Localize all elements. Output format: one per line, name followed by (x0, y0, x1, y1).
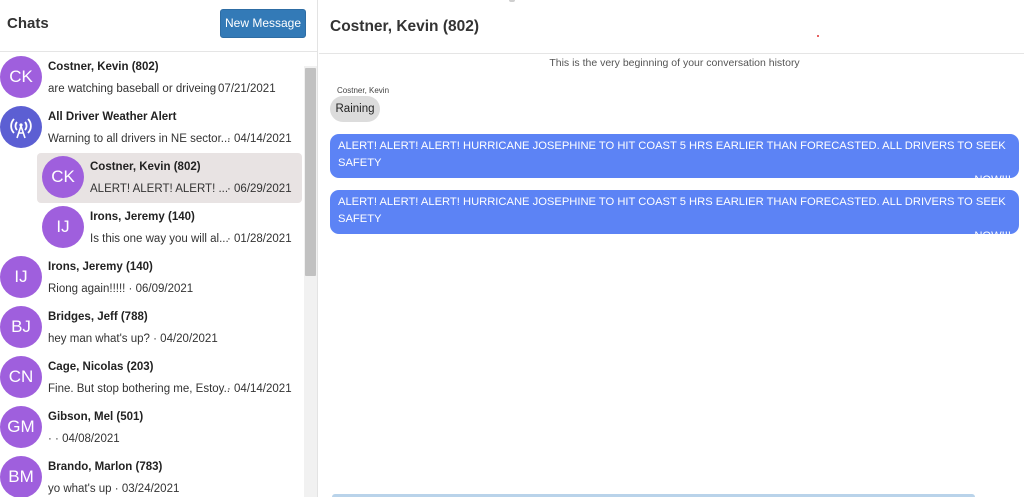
message-line: ALERT! ALERT! ALERT! HURRICANE JOSEPHINE… (338, 196, 1006, 225)
chat-name: Costner, Kevin (802) (90, 161, 201, 173)
status-dot (817, 35, 819, 37)
avatar: CK (42, 156, 84, 198)
history-note: This is the very beginning of your conve… (549, 57, 800, 69)
chat-preview: Is this one way you will al... (90, 233, 229, 245)
chat-list-scrollbar-thumb[interactable] (305, 68, 316, 276)
broadcast-tower-icon (10, 118, 32, 139)
received-message: Raining (330, 96, 380, 122)
sidebar-header: Chats New Message (0, 0, 317, 52)
chat-preview: yo what's up · 03/24/2021 (48, 483, 180, 495)
chat-item-brando-marlon[interactable]: BM Brando, Marlon (783) yo what's up · 0… (0, 453, 302, 497)
chat-date: · 07/21/2021 (211, 83, 276, 95)
avatar (0, 106, 42, 148)
chat-preview: · · 04/08/2021 (48, 433, 120, 445)
chat-item-costner-kevin-selected[interactable]: CK Costner, Kevin (802) ALERT! ALERT! AL… (37, 153, 302, 203)
chat-preview: Fine. But stop bothering me, Estoy... (48, 383, 230, 395)
new-message-button[interactable]: New Message (220, 9, 306, 38)
chat-preview: are watching baseball or driveing (48, 83, 217, 95)
chat-sidebar: Chats New Message CK Costner, Kevin (802… (0, 0, 318, 497)
conversation-header: Costner, Kevin (802) (319, 0, 1024, 54)
chat-name: Costner, Kevin (802) (48, 61, 159, 73)
avatar: GM (0, 406, 42, 448)
chat-name: Irons, Jeremy (140) (48, 261, 153, 273)
chat-item-irons-jeremy-2[interactable]: IJ Irons, Jeremy (140) Riong again!!!!! … (0, 253, 302, 303)
chat-name: Irons, Jeremy (140) (90, 211, 195, 223)
chat-preview: Warning to all drivers in NE sector... (48, 133, 230, 145)
chat-name: Gibson, Mel (501) (48, 411, 144, 423)
sent-message: ALERT! ALERT! ALERT! HURRICANE JOSEPHINE… (330, 134, 1019, 186)
chat-item-gibson-mel[interactable]: GM Gibson, Mel (501) · · 04/08/2021 (0, 403, 302, 453)
avatar: IJ (42, 206, 84, 248)
chat-date: · 06/29/2021 (227, 183, 292, 195)
chat-preview: ALERT! ALERT! ALERT! ... (90, 183, 229, 195)
message-line: NOW!!! (974, 174, 1011, 186)
chat-item-costner-kevin[interactable]: CK Costner, Kevin (802) are watching bas… (0, 53, 302, 103)
avatar: BJ (0, 306, 42, 348)
avatar: BM (0, 456, 42, 497)
chat-date: · 01/28/2021 (227, 233, 292, 245)
chat-list: CK Costner, Kevin (802) are watching bas… (0, 53, 317, 497)
chat-date: · 04/14/2021 (227, 383, 292, 395)
chat-name: Brando, Marlon (783) (48, 461, 163, 473)
chat-item-bridges-jeff[interactable]: BJ Bridges, Jeff (788) hey man what's up… (0, 303, 302, 353)
sidebar-title: Chats (7, 15, 49, 32)
avatar: CN (0, 356, 42, 398)
chat-item-cage-nicolas[interactable]: CN Cage, Nicolas (203) Fine. But stop bo… (0, 353, 302, 403)
chat-name: Bridges, Jeff (788) (48, 311, 148, 323)
message-line: ALERT! ALERT! ALERT! HURRICANE JOSEPHINE… (338, 140, 1006, 169)
chat-name: Cage, Nicolas (203) (48, 361, 154, 373)
chat-name: All Driver Weather Alert (48, 111, 177, 123)
chat-item-irons-jeremy[interactable]: IJ Irons, Jeremy (140) Is this one way y… (37, 203, 302, 253)
chat-preview: Riong again!!!!! · 06/09/2021 (48, 283, 194, 295)
avatar: IJ (0, 256, 42, 298)
avatar: CK (0, 56, 42, 98)
chat-date: · 04/14/2021 (227, 133, 292, 145)
chat-preview: hey man what's up? · 04/20/2021 (48, 333, 218, 345)
message-sender: Costner, Kevin (337, 86, 390, 95)
conversation-title: Costner, Kevin (802) (330, 18, 480, 35)
sent-message: ALERT! ALERT! ALERT! HURRICANE JOSEPHINE… (330, 190, 1019, 242)
chat-item-weather-alert[interactable]: All Driver Weather Alert Warning to all … (0, 103, 302, 153)
message-line: NOW!!! (974, 230, 1011, 242)
